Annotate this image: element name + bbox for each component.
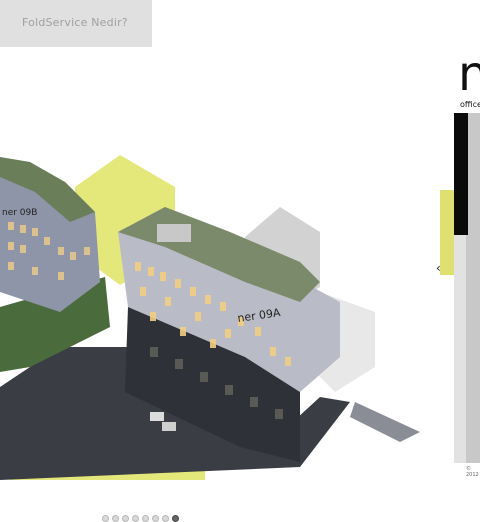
copyright-text: © 2012 [466, 466, 479, 478]
slider-dot[interactable] [152, 514, 159, 522]
brand-logo[interactable]: n [458, 50, 480, 98]
rooftop-structure [157, 224, 191, 242]
slider-dot[interactable] [132, 514, 139, 522]
menu-tile[interactable]: FoldService Nedir? [0, 0, 152, 47]
side-panel-grey [466, 113, 480, 463]
side-accent-yellow [440, 190, 454, 275]
slider-dot[interactable] [102, 514, 109, 522]
slider-dot[interactable] [112, 514, 119, 522]
hero-rendering: ner 09B ner 09A [0, 47, 440, 522]
car-2 [162, 422, 176, 431]
side-panel-black [454, 113, 468, 235]
menu-label: FoldService Nedir? [22, 16, 128, 29]
slider-dots [102, 514, 179, 522]
slider-dot-active[interactable] [172, 514, 179, 522]
car-1 [150, 412, 164, 421]
chevron-left-icon[interactable]: ‹ [436, 262, 441, 274]
slider-dot[interactable] [142, 514, 149, 522]
building-rendering-illustration: ner 09B ner 09A [0, 155, 420, 480]
slider-dot[interactable] [122, 514, 129, 522]
left-building-sign: ner 09B [2, 208, 37, 218]
brand-tagline: office [460, 100, 480, 109]
side-panel-light [454, 235, 466, 463]
slider-dot[interactable] [162, 514, 169, 522]
street-extension [350, 402, 420, 442]
